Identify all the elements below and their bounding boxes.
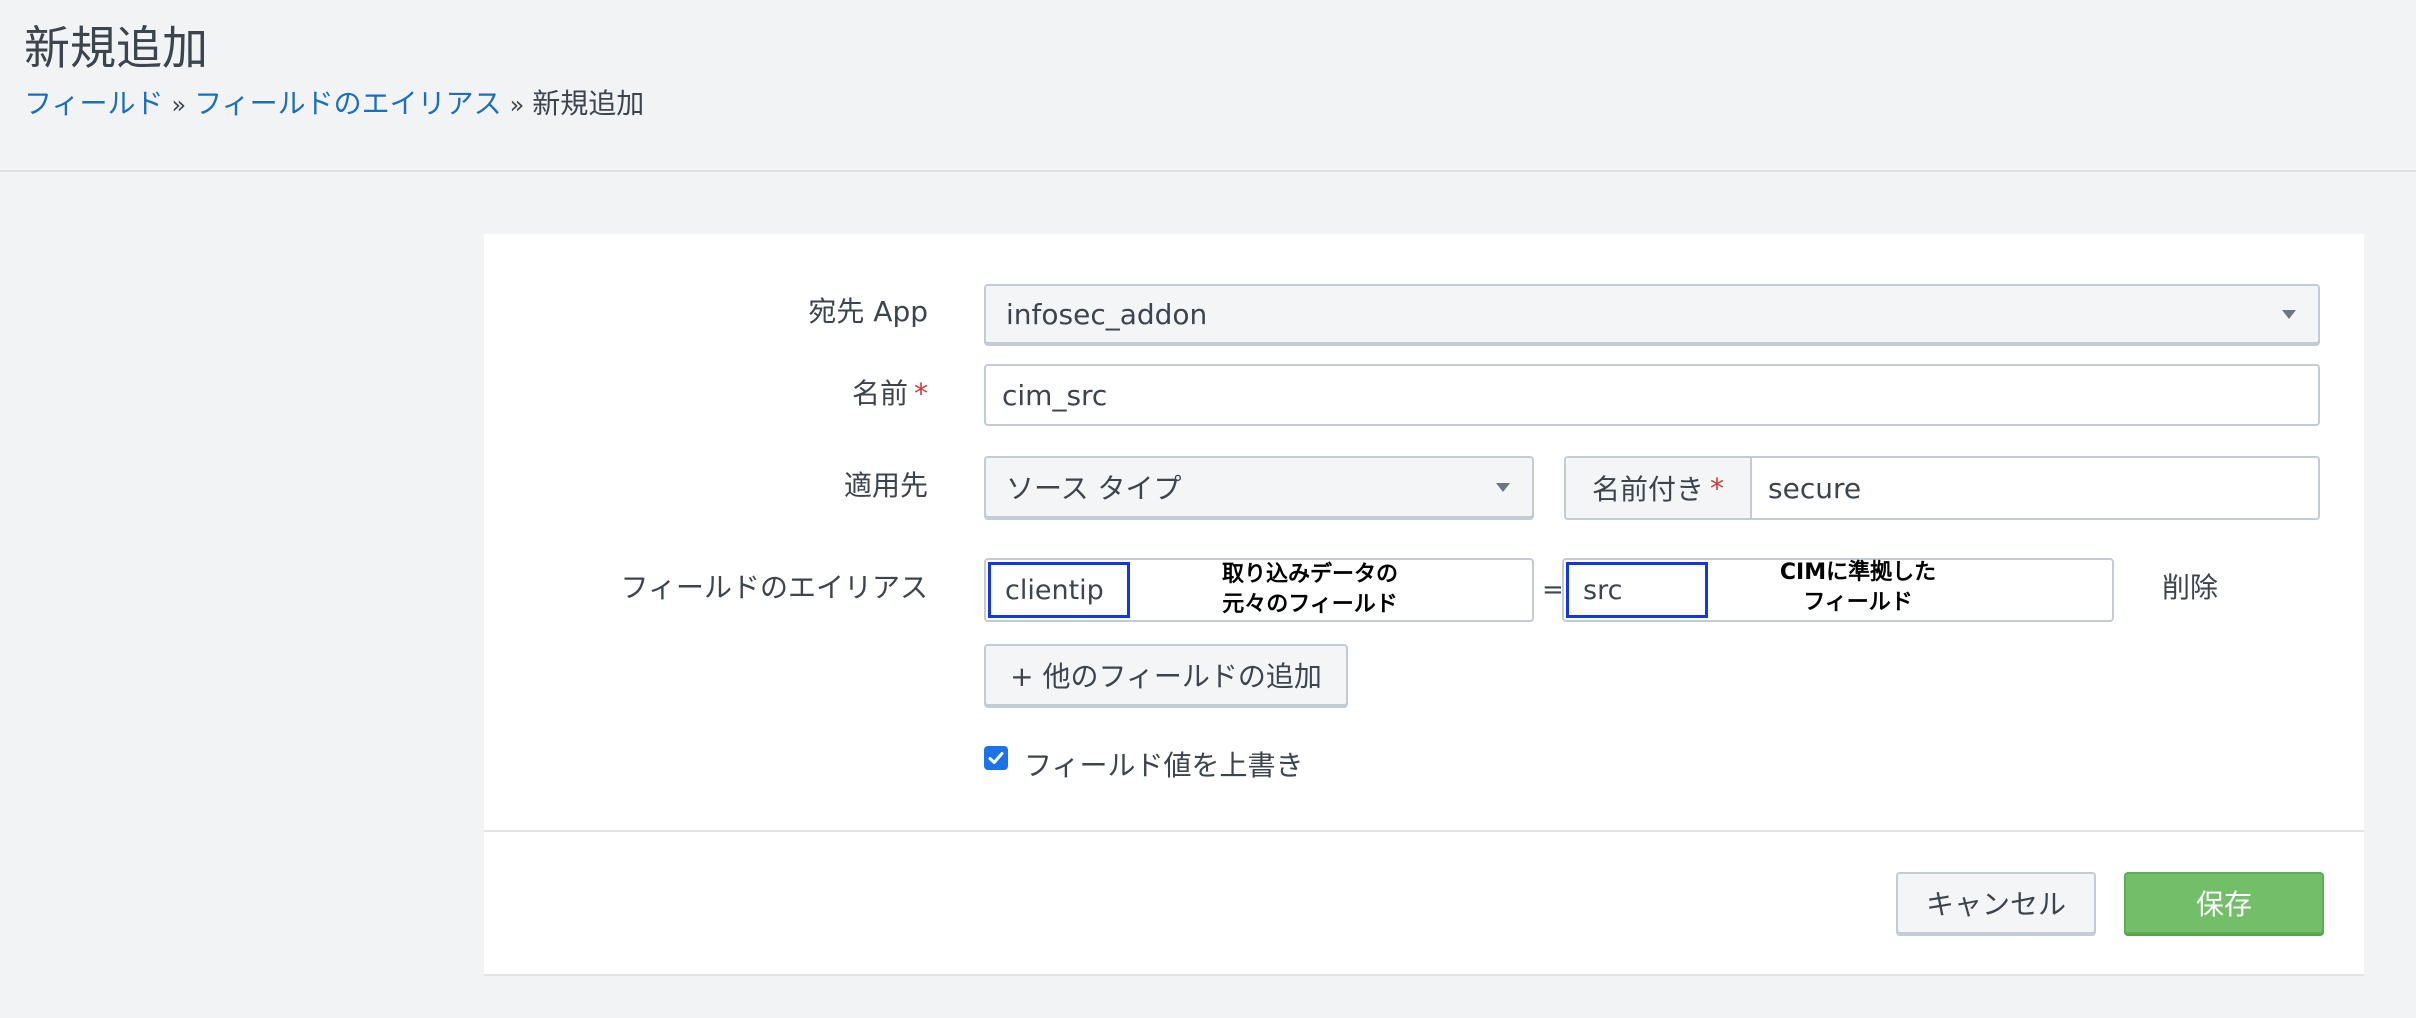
form-panel: 宛先 App infosec_addon 名前* 適用先 ソース タイプ 名前付…: [484, 234, 2364, 976]
apply-to-label: 適用先: [843, 469, 928, 502]
alias-field-input[interactable]: [1566, 562, 1708, 618]
breadcrumb-fields-link[interactable]: フィールド: [24, 87, 163, 120]
name-label: 名前 *: [851, 377, 928, 410]
destination-app-select[interactable]: infosec_addon: [984, 284, 2320, 344]
alias-field-box: CIMに準拠した フィールド: [1562, 558, 2114, 622]
destination-app-label: 宛先 App: [808, 295, 928, 328]
named-input-group: 名前付き *: [1564, 456, 2320, 520]
save-button[interactable]: 保存: [2124, 872, 2324, 934]
page-title: 新規追加: [24, 21, 208, 75]
delete-alias-link[interactable]: 削除: [2162, 568, 2218, 608]
apply-to-type-value: ソース タイプ: [1006, 472, 1182, 505]
breadcrumb-separator: »: [171, 91, 187, 119]
alias-field-annotation: CIMに準拠した フィールド: [1779, 560, 1937, 615]
name-input[interactable]: [984, 364, 2320, 426]
breadcrumb-current: 新規追加: [532, 87, 645, 120]
page-header: 新規追加 フィールド» フィールドのエイリアス» 新規追加: [0, 0, 2416, 172]
overwrite-checkbox[interactable]: [984, 746, 1008, 770]
breadcrumb-separator: »: [509, 91, 525, 119]
named-prefix-label: 名前付き *: [1566, 458, 1753, 518]
field-alias-label: フィールドのエイリアス: [620, 571, 928, 604]
checkmark-icon: [988, 752, 1004, 764]
required-asterisk: *: [914, 377, 928, 410]
add-field-button[interactable]: + 他のフィールドの追加: [984, 644, 1348, 706]
original-field-input[interactable]: [988, 562, 1130, 618]
breadcrumb-field-aliases-link[interactable]: フィールドのエイリアス: [194, 87, 501, 120]
destination-app-value: infosec_addon: [1006, 297, 1208, 331]
chevron-down-icon: [2282, 310, 2296, 319]
cancel-button[interactable]: キャンセル: [1896, 872, 2096, 934]
chevron-down-icon: [1496, 483, 1510, 492]
overwrite-label: フィールド値を上書き: [1024, 749, 1304, 782]
original-field-annotation: 取り込みデータの 元々のフィールド: [1221, 562, 1398, 617]
breadcrumb: フィールド» フィールドのエイリアス» 新規追加: [24, 84, 644, 125]
original-field-box: 取り込みデータの 元々のフィールド: [984, 558, 1534, 622]
apply-to-type-select[interactable]: ソース タイプ: [984, 456, 1534, 518]
footer-divider: [484, 830, 2364, 832]
equals-sign: =: [1542, 575, 1564, 605]
required-asterisk: *: [1710, 471, 1725, 505]
named-value-input[interactable]: [1752, 458, 2318, 518]
